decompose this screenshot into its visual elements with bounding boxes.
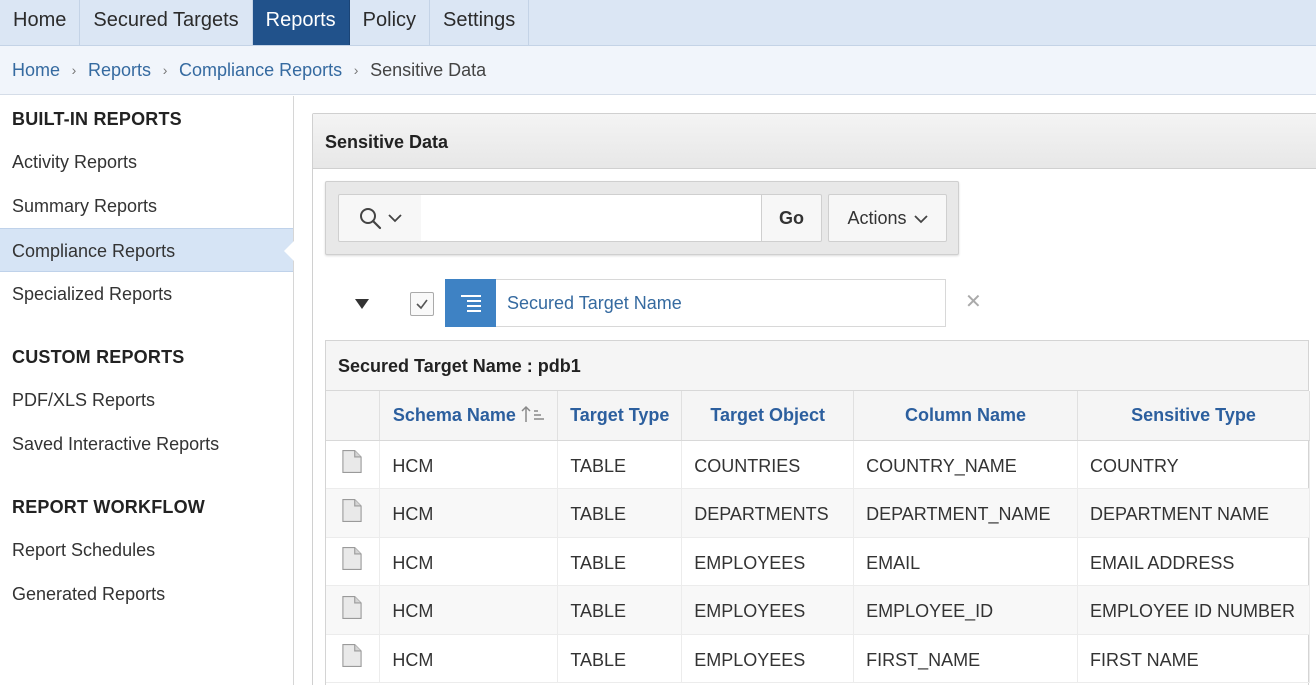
- tab-reports[interactable]: Reports: [252, 0, 350, 45]
- row-detail-cell: [326, 585, 381, 635]
- control-break-checkbox[interactable]: [410, 292, 434, 316]
- actions-menu-button[interactable]: Actions: [828, 194, 947, 242]
- sidebar-heading-workflow: REPORT WORKFLOW: [12, 497, 205, 517]
- sidebar-item-saved-interactive-reports[interactable]: Saved Interactive Reports: [0, 422, 293, 466]
- chevron-right-icon: ›: [353, 62, 359, 78]
- column-header-target-type[interactable]: Target Type: [557, 391, 683, 441]
- sidebar-heading-custom: CUSTOM REPORTS: [12, 347, 185, 367]
- chevron-down-icon: [913, 215, 928, 224]
- cell-type: TABLE: [557, 537, 683, 586]
- sidebar-item-report-schedules[interactable]: Report Schedules: [0, 528, 293, 572]
- table-row: HCM TABLE COUNTRIES COUNTRY_NAME COUNTRY: [326, 440, 1310, 489]
- tab-policy[interactable]: Policy: [350, 0, 431, 45]
- cell-column: FIRST_NAME: [853, 634, 1078, 683]
- column-header-sensitive-type[interactable]: Sensitive Type: [1077, 391, 1310, 441]
- column-header-icon: [326, 391, 381, 441]
- row-detail-cell: [326, 537, 381, 586]
- cell-schema: HCM: [379, 585, 559, 635]
- sort-ascending-icon: [521, 405, 544, 422]
- chevron-right-icon: ›: [162, 62, 168, 78]
- column-header-column-name[interactable]: Column Name: [853, 391, 1078, 441]
- cell-object: EMPLOYEES: [681, 634, 855, 683]
- cell-type: TABLE: [557, 488, 683, 538]
- document-icon[interactable]: [342, 643, 362, 668]
- sidebar-item-compliance-reports[interactable]: Compliance Reports: [0, 228, 294, 272]
- cell-column: EMAIL: [853, 537, 1078, 586]
- row-detail-cell: [326, 440, 381, 489]
- sensitive-data-region: Sensitive Data Go Actions Secured Target…: [312, 113, 1316, 685]
- breadcrumb: Home › Reports › Compliance Reports › Se…: [0, 46, 1316, 95]
- table-row: HCM TABLE EMPLOYEES EMPLOYEE_ID EMPLOYEE ID …: [326, 585, 1310, 635]
- column-header-target-object[interactable]: Target Object: [681, 391, 855, 441]
- column-header-label: Schema Name: [392, 404, 516, 425]
- cell-column: DEPARTMENT_NAME: [853, 488, 1078, 538]
- breadcrumb-reports[interactable]: Reports: [88, 60, 151, 81]
- breadcrumb-compliance-reports[interactable]: Compliance Reports: [179, 60, 342, 81]
- search-input[interactable]: [421, 194, 761, 242]
- collapse-triangle-icon[interactable]: [355, 299, 369, 309]
- cell-object: EMPLOYEES: [681, 585, 855, 635]
- chevron-right-icon: ›: [71, 62, 77, 78]
- control-break-label[interactable]: Secured Target Name: [496, 279, 946, 327]
- cell-object: DEPARTMENTS: [681, 488, 855, 538]
- sidebar-item-pdf-xls-reports[interactable]: PDF/XLS Reports: [0, 378, 293, 422]
- sidebar-item-activity-reports[interactable]: Activity Reports: [0, 140, 293, 184]
- report-table-body: HCM TABLE COUNTRIES COUNTRY_NAME COUNTRY HCM T…: [326, 440, 1310, 683]
- document-icon[interactable]: [342, 498, 362, 523]
- sidebar-item-summary-reports[interactable]: Summary Reports: [0, 184, 293, 228]
- group-header: Secured Target Name : pdb1: [326, 341, 1308, 391]
- control-break-lines-icon: [460, 295, 481, 312]
- column-header-schema-name[interactable]: Schema Name: [379, 391, 559, 441]
- document-icon[interactable]: [342, 546, 362, 571]
- cell-type: TABLE: [557, 634, 683, 683]
- row-detail-cell: [326, 634, 381, 683]
- cell-column: COUNTRY_NAME: [853, 440, 1078, 489]
- checkmark-icon: [416, 299, 428, 310]
- row-detail-cell: [326, 488, 381, 538]
- tab-secured-targets[interactable]: Secured Targets: [80, 0, 253, 45]
- report-table-container: Secured Target Name : pdb1 Schema Name T…: [325, 340, 1310, 685]
- cell-schema: HCM: [379, 634, 559, 683]
- cell-schema: HCM: [379, 537, 559, 586]
- report-table: Schema Name Target Type Target Object Co…: [326, 391, 1310, 683]
- table-row: HCM TABLE DEPARTMENTS DEPARTMENT_NAME DEPART…: [326, 488, 1310, 538]
- sidebar-item-generated-reports[interactable]: Generated Reports: [0, 572, 293, 616]
- cell-object: EMPLOYEES: [681, 537, 855, 586]
- go-button[interactable]: Go: [761, 194, 822, 242]
- search-column-menu-button[interactable]: [338, 194, 422, 242]
- cell-sensitive: EMPLOYEE ID NUMBER: [1077, 585, 1310, 635]
- table-header-row: Schema Name Target Type Target Object Co…: [326, 391, 1310, 441]
- document-icon[interactable]: [342, 449, 362, 474]
- sidebar-item-specialized-reports[interactable]: Specialized Reports: [0, 272, 293, 316]
- sidebar: BUILT-IN REPORTS Activity Reports Summar…: [0, 96, 294, 685]
- cell-schema: HCM: [379, 488, 559, 538]
- document-icon[interactable]: [342, 595, 362, 620]
- cell-sensitive: FIRST NAME: [1077, 634, 1310, 683]
- search-toolbar: Go Actions: [325, 181, 959, 255]
- cell-type: TABLE: [557, 585, 683, 635]
- remove-filter-icon[interactable]: ✕: [965, 292, 982, 312]
- cell-object: COUNTRIES: [681, 440, 855, 489]
- sidebar-heading-built-in: BUILT-IN REPORTS: [12, 109, 182, 129]
- cell-column: EMPLOYEE_ID: [853, 585, 1078, 635]
- region-title: Sensitive Data: [313, 114, 1316, 169]
- breadcrumb-home[interactable]: Home: [12, 60, 60, 81]
- actions-label: Actions: [847, 208, 907, 228]
- cell-sensitive: COUNTRY: [1077, 440, 1310, 489]
- search-icon: [360, 208, 382, 230]
- chevron-down-icon: [388, 214, 402, 223]
- cell-sensitive: EMAIL ADDRESS: [1077, 537, 1310, 586]
- table-row: HCM TABLE EMPLOYEES EMAIL EMAIL ADDRESS: [326, 537, 1310, 586]
- cell-sensitive: DEPARTMENT NAME: [1077, 488, 1310, 538]
- control-break-icon[interactable]: [445, 279, 496, 327]
- cell-type: TABLE: [557, 440, 683, 489]
- tab-home[interactable]: Home: [0, 0, 81, 45]
- top-nav: Home Secured Targets Reports Policy Sett…: [0, 0, 1316, 46]
- breadcrumb-current: Sensitive Data: [370, 59, 487, 80]
- table-row: HCM TABLE EMPLOYEES FIRST_NAME FIRST NAME: [326, 634, 1310, 683]
- tab-settings[interactable]: Settings: [430, 0, 530, 45]
- cell-schema: HCM: [379, 440, 559, 489]
